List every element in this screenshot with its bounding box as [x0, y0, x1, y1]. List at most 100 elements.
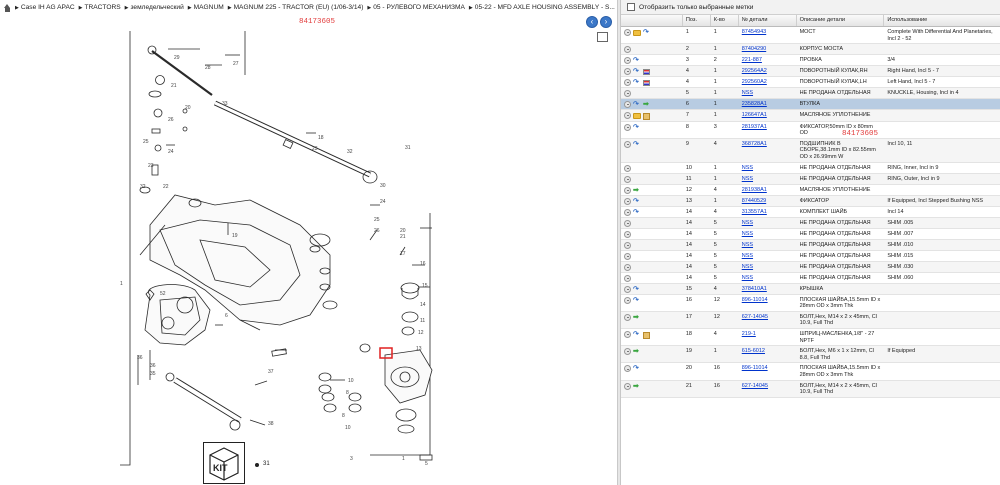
row-part-number[interactable]: NSS: [739, 88, 797, 98]
show-selected-only-checkbox[interactable]: [627, 3, 635, 11]
return-arrow-icon[interactable]: ↷: [633, 124, 641, 131]
header-position[interactable]: Поз.: [683, 15, 711, 26]
return-arrow-icon[interactable]: ↷: [633, 209, 641, 216]
return-arrow-icon[interactable]: ↷: [643, 29, 651, 36]
table-row[interactable]: 71126647A1МАСЛЯНОЕ УПЛОТНЕНИЕ: [621, 110, 1000, 122]
row-part-number[interactable]: NSS: [739, 262, 797, 272]
return-arrow-icon[interactable]: ↷: [633, 286, 641, 293]
flag-icon[interactable]: [643, 80, 650, 86]
expand-icon[interactable]: [624, 253, 631, 260]
row-part-number[interactable]: NSS: [739, 174, 797, 184]
expand-icon[interactable]: [624, 348, 631, 355]
header-part-number[interactable]: № детали: [739, 15, 797, 26]
package-icon[interactable]: [643, 332, 650, 339]
row-part-number[interactable]: 313557A1: [739, 207, 797, 217]
table-row[interactable]: ↷94368728A1ПОДШИПНИК В СБОРЕ,38.1mm ID x…: [621, 139, 1000, 163]
breadcrumb-item[interactable]: ▶TRACTORS: [79, 4, 121, 11]
table-row[interactable]: ➡191615-6012БОЛТ,Hex, M6 x 1 x 12mm, Cl …: [621, 346, 1000, 363]
expand-icon[interactable]: [624, 264, 631, 271]
green-arrow-icon[interactable]: ➡: [643, 101, 651, 108]
expand-icon[interactable]: [624, 68, 631, 75]
package-icon[interactable]: [643, 113, 650, 120]
breadcrumb-item[interactable]: ▶MAGNUM 225 - TRACTOR (EU) (1/06-3/14): [228, 4, 364, 11]
flag-icon[interactable]: [643, 69, 650, 75]
expand-icon[interactable]: [624, 275, 631, 282]
return-arrow-icon[interactable]: ↷: [633, 79, 641, 86]
breadcrumb-item[interactable]: ▶Case IH AG APAC: [15, 4, 75, 11]
expand-icon[interactable]: [624, 231, 631, 238]
expand-icon[interactable]: [624, 79, 631, 86]
row-part-number[interactable]: 368728A1: [739, 139, 797, 162]
table-row[interactable]: 145NSSНЕ ПРОДАНА ОТДЕЛЬНАЯSHIM .010: [621, 240, 1000, 251]
row-part-number[interactable]: 235828A1: [739, 99, 797, 109]
expand-icon[interactable]: [624, 286, 631, 293]
table-row[interactable]: ↷154378410A1КРЫШКА: [621, 284, 1000, 295]
exploded-parts-diagram[interactable]: 292827 212026 252423 3222 331823 323024 …: [0, 25, 605, 485]
green-arrow-icon[interactable]: ➡: [633, 314, 641, 321]
expand-icon[interactable]: [624, 220, 631, 227]
home-icon[interactable]: [3, 4, 12, 12]
table-row[interactable]: 51NSSНЕ ПРОДАНА ОТДЕЛЬНАЯKNUCKLE, Housin…: [621, 88, 1000, 99]
expand-icon[interactable]: [624, 314, 631, 321]
row-part-number[interactable]: 221-887: [739, 55, 797, 65]
expand-icon[interactable]: [624, 101, 631, 108]
return-arrow-icon[interactable]: ↷: [633, 101, 641, 108]
row-part-number[interactable]: 281937A1: [739, 122, 797, 138]
row-part-number[interactable]: 896-11014: [739, 295, 797, 311]
folder-icon[interactable]: [633, 113, 641, 119]
table-row[interactable]: ↷1187454943МОСТComplete With Differentia…: [621, 27, 1000, 44]
table-row[interactable]: 145NSSНЕ ПРОДАНА ОТДЕЛЬНАЯSHIM .005: [621, 218, 1000, 229]
row-part-number[interactable]: 378410A1: [739, 284, 797, 294]
header-usage[interactable]: Использование: [884, 15, 1000, 26]
return-arrow-icon[interactable]: ↷: [633, 68, 641, 75]
return-arrow-icon[interactable]: ↷: [633, 57, 641, 64]
table-row[interactable]: ↷41292564A2ПОВОРОТНЫЙ КУЛАК,RHRight Hand…: [621, 66, 1000, 77]
expand-icon[interactable]: [624, 242, 631, 249]
breadcrumb-item[interactable]: ▶05 - РУЛЕВОГО МЕХАНИЗМА: [367, 4, 465, 11]
table-row[interactable]: ↷144313557A1КОМПЛЕКТ ШАЙБIncl 14: [621, 207, 1000, 218]
return-arrow-icon[interactable]: ↷: [633, 365, 641, 372]
green-arrow-icon[interactable]: ➡: [633, 348, 641, 355]
row-part-number[interactable]: NSS: [739, 163, 797, 173]
row-part-number[interactable]: NSS: [739, 240, 797, 250]
breadcrumb-item[interactable]: ▶земледельческий: [125, 4, 184, 11]
row-part-number[interactable]: 292560A2: [739, 77, 797, 87]
table-row[interactable]: ↷32221-887ПРОБКА3/4: [621, 55, 1000, 66]
table-row[interactable]: ➡124281938A1МАСЛЯНОЕ УПЛОТНЕНИЕ: [621, 185, 1000, 196]
folder-icon[interactable]: [633, 30, 641, 36]
row-part-number[interactable]: NSS: [739, 251, 797, 261]
green-arrow-icon[interactable]: ➡: [633, 383, 641, 390]
return-arrow-icon[interactable]: ↷: [633, 297, 641, 304]
header-description[interactable]: Описание детали: [797, 15, 885, 26]
table-row[interactable]: 2187404290КОРПУС МОСТА: [621, 44, 1000, 55]
expand-icon[interactable]: [624, 209, 631, 216]
expand-icon[interactable]: [624, 124, 631, 131]
table-row[interactable]: ➡1712627-14045БОЛТ,Hex, M14 x 2 x 45mm, …: [621, 312, 1000, 329]
expand-icon[interactable]: [624, 198, 631, 205]
return-arrow-icon[interactable]: ↷: [633, 331, 641, 338]
row-part-number[interactable]: NSS: [739, 229, 797, 239]
header-quantity[interactable]: К-во: [711, 15, 739, 26]
breadcrumb-item[interactable]: ▶05-22 - MFD AXLE HOUSING ASSEMBLY - S..…: [469, 4, 615, 11]
table-row[interactable]: 145NSSНЕ ПРОДАНА ОТДЕЛЬНАЯSHIM .030: [621, 262, 1000, 273]
table-row[interactable]: 101NSSНЕ ПРОДАНА ОТДЕЛЬНАЯRING, Inner, I…: [621, 163, 1000, 174]
expand-icon[interactable]: [624, 365, 631, 372]
expand-icon[interactable]: [624, 141, 631, 148]
expand-icon[interactable]: [624, 90, 631, 97]
expand-icon[interactable]: [624, 46, 631, 53]
green-arrow-icon[interactable]: ➡: [633, 187, 641, 194]
row-part-number[interactable]: 896-11014: [739, 363, 797, 379]
expand-icon[interactable]: [624, 187, 631, 194]
table-row[interactable]: 145NSSНЕ ПРОДАНА ОТДЕЛЬНАЯSHIM .007: [621, 229, 1000, 240]
row-part-number[interactable]: 292564A2: [739, 66, 797, 76]
expand-icon[interactable]: [624, 29, 631, 36]
row-part-number[interactable]: 87404290: [739, 44, 797, 54]
table-row[interactable]: 145NSSНЕ ПРОДАНА ОТДЕЛЬНАЯSHIM .015: [621, 251, 1000, 262]
row-part-number[interactable]: 219-1: [739, 329, 797, 345]
row-part-number[interactable]: 281938A1: [739, 185, 797, 195]
row-part-number[interactable]: NSS: [739, 273, 797, 283]
row-part-number[interactable]: NSS: [739, 218, 797, 228]
table-row[interactable]: ↷➡61235828A1ВТУЛКА: [621, 99, 1000, 110]
table-row[interactable]: 111NSSНЕ ПРОДАНА ОТДЕЛЬНАЯRING, Outer, I…: [621, 174, 1000, 185]
return-arrow-icon[interactable]: ↷: [633, 198, 641, 205]
